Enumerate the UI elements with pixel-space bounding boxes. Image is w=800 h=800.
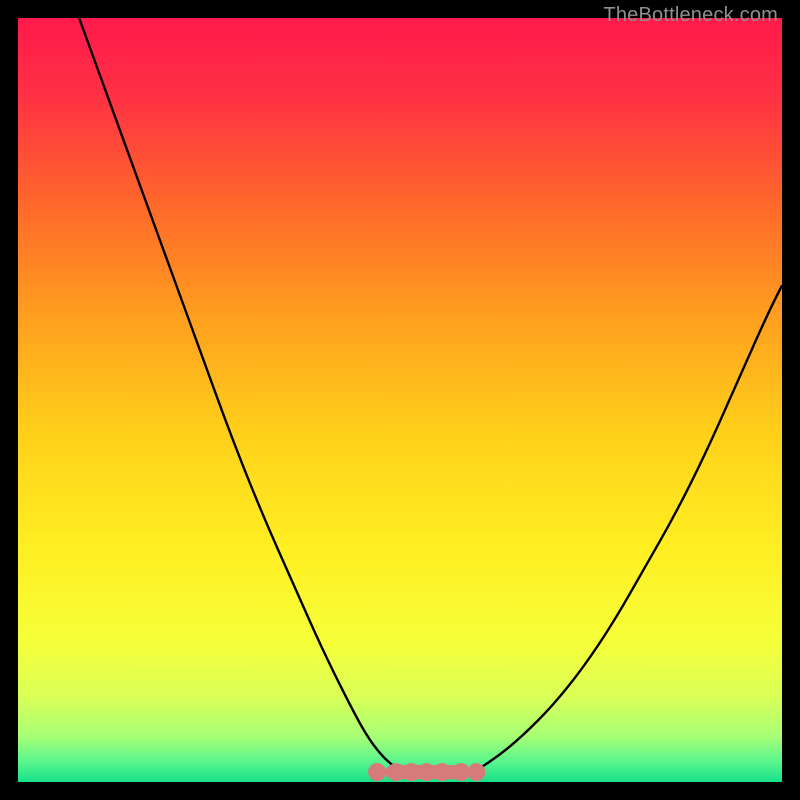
chart-frame — [18, 18, 782, 782]
watermark-text: TheBottleneck.com — [603, 4, 778, 27]
bottleneck-chart — [18, 18, 782, 782]
gradient-background — [18, 18, 782, 782]
